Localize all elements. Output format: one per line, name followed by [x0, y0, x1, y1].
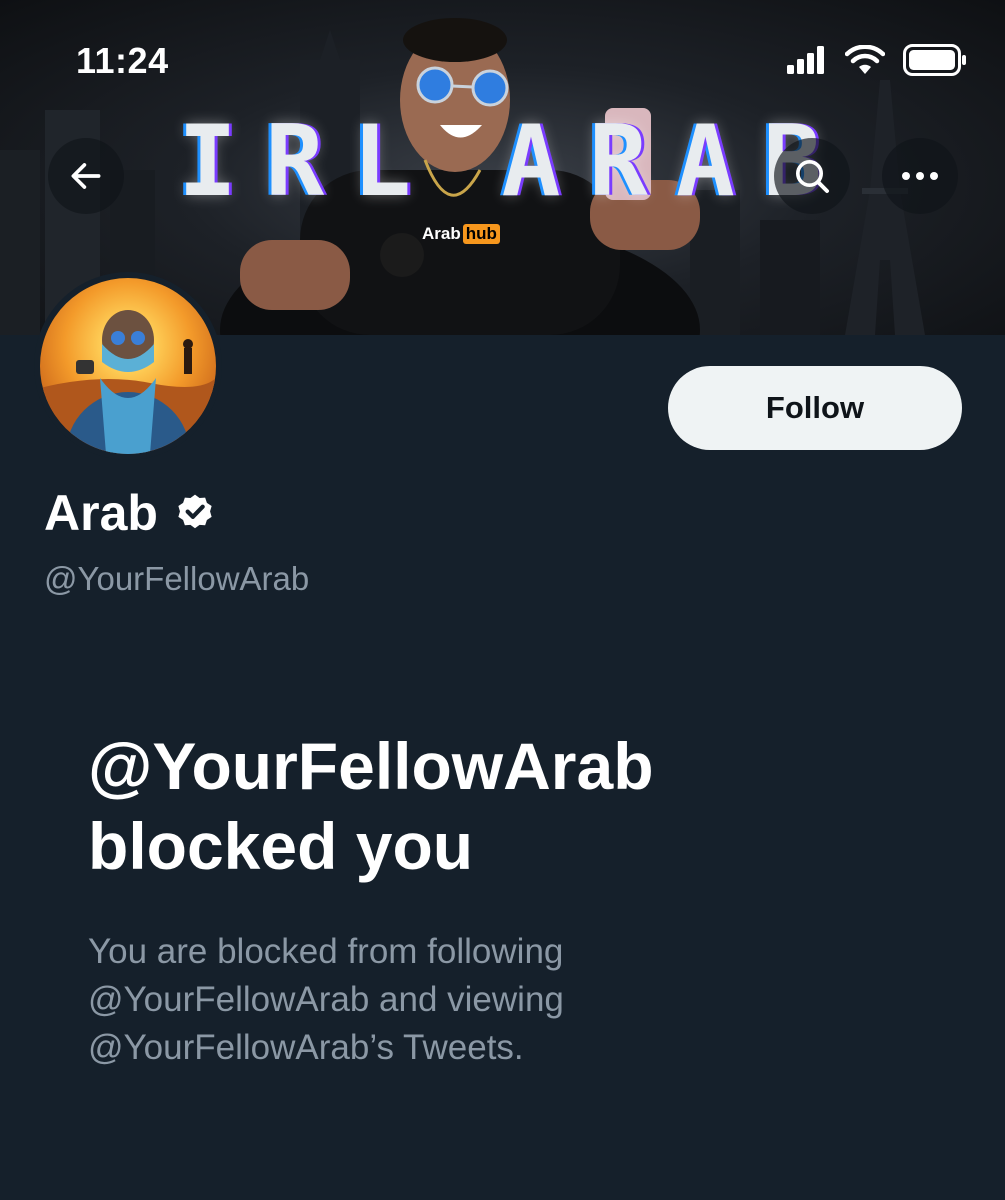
more-horizontal-icon	[902, 172, 938, 180]
shirt-logo: Arab hub	[422, 224, 500, 244]
banner-letter: R	[588, 105, 654, 219]
banner-letter: A	[501, 105, 567, 219]
blocked-desc-line: You are blocked from following	[88, 932, 564, 971]
blocked-description: You are blocked from following @YourFell…	[88, 928, 788, 1072]
banner-letter: I	[178, 105, 244, 219]
shirt-logo-right: hub	[462, 224, 500, 244]
display-name: Arab	[44, 485, 158, 541]
blocked-title-line: blocked you	[88, 809, 474, 883]
blocked-desc-line: @YourFellowArab and viewing	[88, 980, 564, 1019]
blocked-title: @YourFellowArab blocked you	[88, 726, 948, 886]
blocked-title-line: @YourFellowArab	[88, 729, 654, 803]
status-bar: 11:24	[0, 0, 1005, 110]
battery-icon	[903, 44, 966, 76]
banner-letter: R	[265, 105, 331, 219]
display-name-row: Arab	[44, 484, 216, 542]
cellular-signal-icon	[787, 46, 824, 74]
follow-button[interactable]: Follow	[668, 366, 962, 450]
banner-letter	[439, 112, 479, 212]
search-icon	[796, 160, 829, 193]
status-time: 11:24	[76, 40, 169, 81]
avatar-image	[40, 278, 216, 454]
wifi-icon	[845, 45, 885, 74]
banner-letter: L	[352, 105, 418, 219]
arrow-left-icon	[71, 163, 101, 189]
profile-handle: @YourFellowArab	[44, 560, 310, 597]
search-button[interactable]	[774, 138, 850, 214]
back-button[interactable]	[48, 138, 124, 214]
status-icons	[787, 44, 967, 76]
profile-page: I R L A R A B Arab hub 11:24	[0, 0, 1005, 1200]
banner-title-text: I R L A R A B	[178, 112, 828, 212]
banner-letter: A	[675, 105, 741, 219]
more-options-button[interactable]	[882, 138, 958, 214]
shirt-logo-left: Arab	[422, 224, 461, 243]
verified-badge-icon[interactable]	[174, 492, 216, 534]
profile-avatar[interactable]	[34, 272, 222, 460]
blocked-desc-line: @YourFellowArab’s Tweets.	[88, 1028, 524, 1067]
